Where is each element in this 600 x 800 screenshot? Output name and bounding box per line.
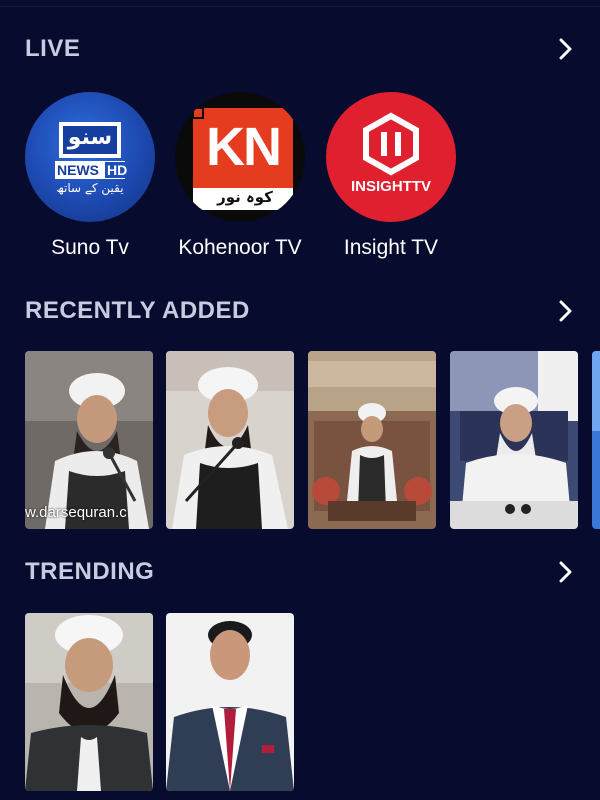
channel-suno-tv[interactable]: سنو NEWS HD یقین کے ساتھ Suno Tv [15,92,165,260]
suno-logo-news-text: NEWS [57,162,99,178]
recently-added-thumbnail[interactable]: w.darsequran.c [25,351,153,529]
channel-name-suno-tv: Suno Tv [51,236,129,259]
home-screen: LIVE سنو NEWS HD یقین کے ساتھ Suno Tv KN… [0,0,600,800]
recently-added-thumbnail[interactable] [450,351,578,529]
channel-name-insight-tv: Insight TV [343,236,439,259]
trending-thumbnail[interactable] [25,613,153,791]
thumbnail-watermark: w.darsequran.c [25,504,127,521]
kohenoor-logo-kn: KN [206,117,282,177]
channel-name-kohenoor-tv: Kohenoor TV [178,236,302,259]
insight-tv-logo: INSIGHTTV [326,92,456,222]
top-divider [0,6,600,7]
suno-logo-tagline: یقین کے ساتھ [56,181,124,195]
kohenoor-tv-logo: KN کوہ نور [175,92,305,222]
recently-added-row: w.darsequran.c [25,351,600,531]
recently-added-thumbnail[interactable] [308,351,436,529]
recently-added-thumbnail[interactable] [166,351,294,529]
suno-tv-logo: سنو NEWS HD یقین کے ساتھ [25,92,155,222]
trending-thumbnail[interactable] [166,613,294,791]
recently-added-thumbnail-partial[interactable] [592,351,600,529]
insight-logo-text: INSIGHTTV [350,178,431,195]
trending-section-header: TRENDING [25,552,580,592]
live-see-all-chevron-icon[interactable] [552,35,580,63]
recently-added-see-all-chevron-icon[interactable] [552,297,580,325]
suno-logo-urdu-text: سنو [67,125,113,150]
trending-section-title: TRENDING [25,558,155,585]
trending-row [25,613,600,793]
live-section-header: LIVE [25,29,580,69]
channel-insight-tv[interactable]: INSIGHTTV Insight TV [316,92,466,260]
recently-added-section-header: RECENTLY ADDED [25,291,580,331]
recently-added-section-title: RECENTLY ADDED [25,297,250,324]
suno-logo-hd-badge: HD [107,162,128,178]
live-section-title: LIVE [25,35,81,62]
kohenoor-logo-urdu: کوہ نور [217,188,273,206]
trending-see-all-chevron-icon[interactable] [552,558,580,586]
channel-kohenoor-tv[interactable]: KN کوہ نور Kohenoor TV [165,92,315,260]
